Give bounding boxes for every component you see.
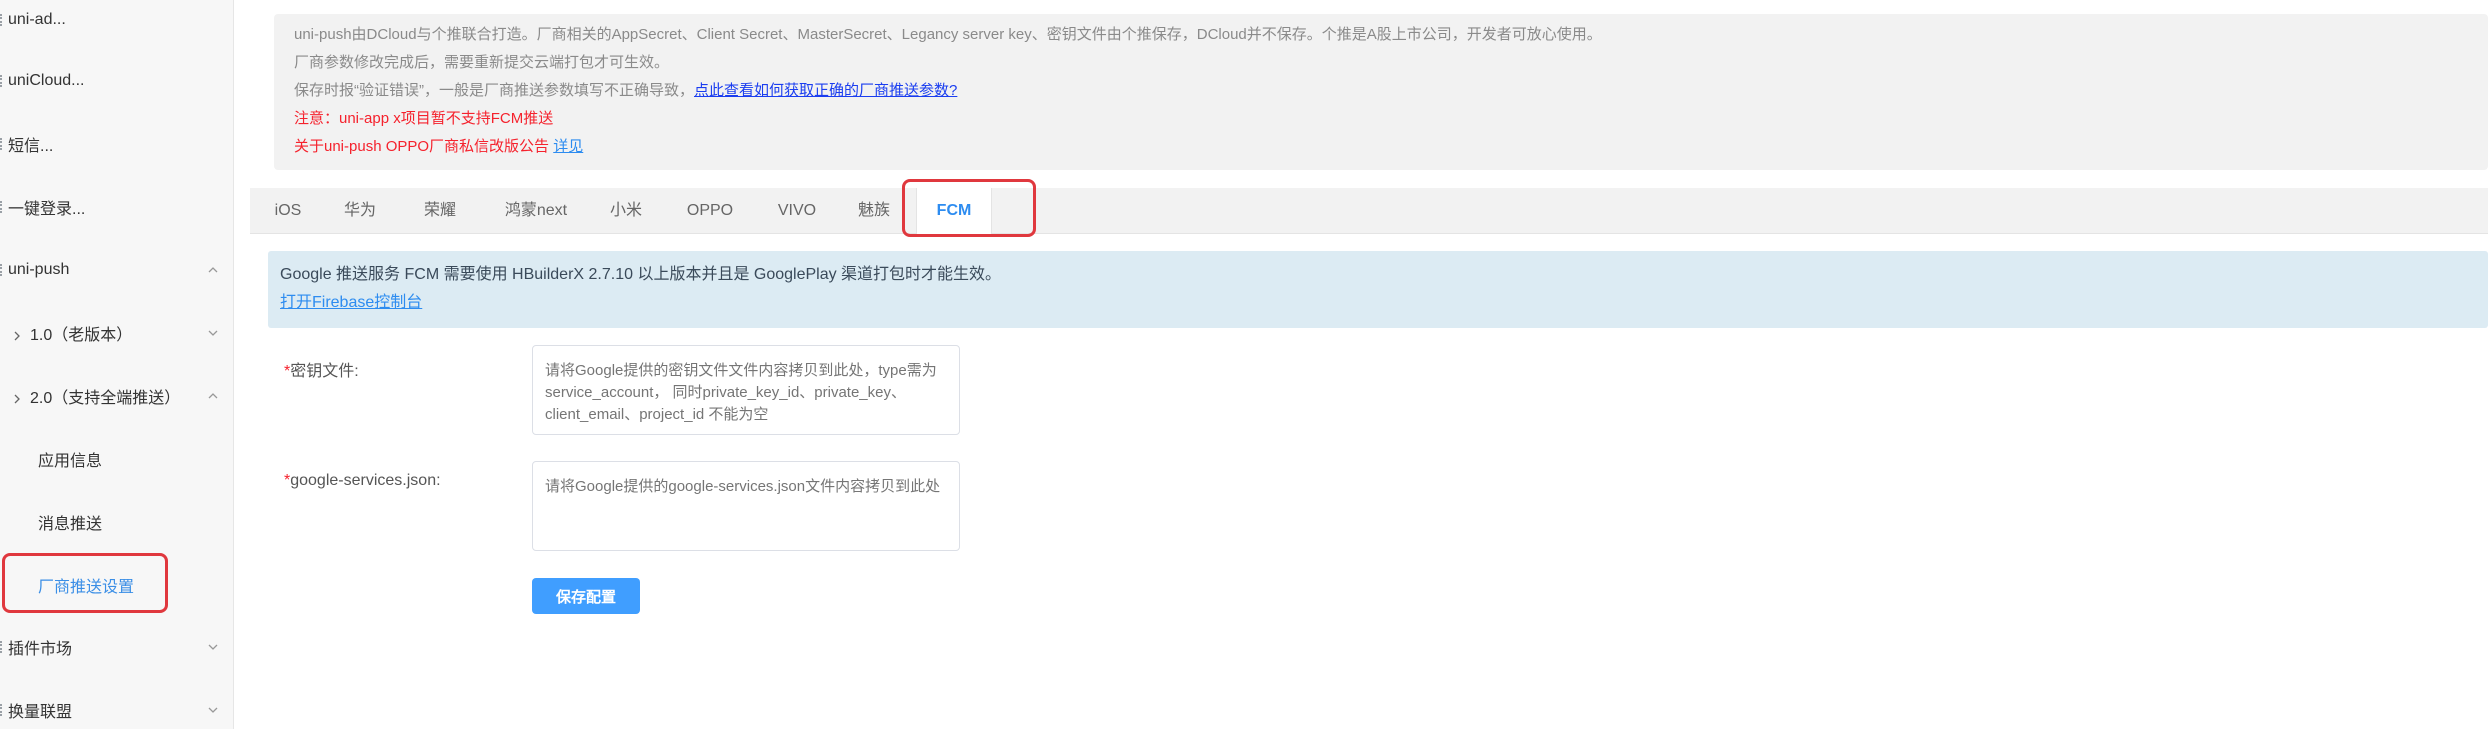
sidebar-item-uni-ad[interactable]: uni-ad... [0,0,232,40]
notice-panel: uni-push由DCloud与个推联合打造。厂商相关的AppSecret、Cl… [274,14,2488,170]
sidebar-item-one-click-login[interactable]: 一键登录... [0,187,232,227]
notice-line-fcm-warning: 注意：uni-app x项目暂不支持FCM推送 [294,110,554,127]
tab-ios[interactable]: iOS [272,188,304,234]
menu-icon [0,75,3,87]
chevron-right-icon [12,391,22,404]
tab-oppo[interactable]: OPPO [685,188,735,234]
chevron-down-icon [208,705,218,715]
tab-vivo[interactable]: VIVO [776,188,818,234]
sidebar-item-uni-push[interactable]: uni-push [0,250,232,290]
key-file-label-text: 密钥文件: [290,363,359,380]
tab-huawei[interactable]: 华为 [342,188,378,234]
sidebar-item-label: 插件市场 [8,641,73,658]
notice-oppo-text: 关于uni-push OPPO厂商私信改版公告 [294,138,550,155]
fcm-info-box: Google 推送服务 FCM 需要使用 HBuilderX 2.7.10 以上… [268,251,2488,328]
sidebar-item-unicloud[interactable]: uniCloud... [0,61,232,101]
sidebar-item-push-v1[interactable]: 1.0（老版本） [0,313,232,353]
notice-line-repackage: 厂商参数修改完成后，需要重新提交云端打包才可生效。 [294,54,670,71]
tab-fcm[interactable]: FCM [916,188,992,235]
chevron-right-icon [12,328,22,341]
key-file-label: *密钥文件: [284,357,359,381]
sidebar-item-label: uni-ad... [8,11,66,28]
vendor-tabs: iOS 华为 荣耀 鸿蒙next 小米 OPPO VIVO 魅族 FCM [250,188,2488,235]
sidebar-item-label: uni-push [8,261,70,278]
tab-xiaomi[interactable]: 小米 [608,188,644,234]
fcm-info-text: Google 推送服务 FCM 需要使用 HBuilderX 2.7.10 以上… [280,266,1002,283]
chevron-up-icon [208,265,218,275]
sidebar-item-message-push[interactable]: 消息推送 [0,502,232,542]
google-services-textarea[interactable] [532,461,960,551]
tab-harmony-next[interactable]: 鸿蒙next [501,188,571,234]
sidebar-item-label: 应用信息 [38,453,103,470]
sidebar-item-label: 1.0（老版本） [30,327,133,344]
menu-icon [0,264,3,276]
firebase-console-link[interactable]: 打开Firebase控制台 [280,292,422,314]
sidebar-item-sms[interactable]: 短信... [0,124,232,164]
notice-line-vendors: uni-push由DCloud与个推联合打造。厂商相关的AppSecret、Cl… [294,26,1602,43]
sidebar-item-plugin-market[interactable]: 插件市场 [0,627,232,667]
save-config-button[interactable]: 保存配置 [532,578,640,614]
oppo-detail-link[interactable]: 详见 [553,138,583,155]
sidebar-item-label: 换量联盟 [8,704,73,721]
chevron-down-icon [208,328,218,338]
sidebar-item-app-info[interactable]: 应用信息 [0,439,232,479]
sidebar-item-label: 短信... [8,138,54,155]
key-file-textarea[interactable] [532,345,960,435]
notice-validation-text: 保存时报“验证错误”，一般是厂商推送参数填写不正确导致， [294,82,694,99]
menu-icon [0,641,3,653]
notice-line-oppo: 关于uni-push OPPO厂商私信改版公告 详见 [294,137,583,157]
sidebar-item-label: 2.0（支持全端推送） [30,390,181,407]
menu-icon [0,14,3,26]
sidebar-item-label: 消息推送 [38,516,103,533]
sidebar-item-push-v2[interactable]: 2.0（支持全端推送） [0,376,232,416]
sidebar: uni-ad... uniCloud... 短信... 一键登录... uni-… [0,0,234,729]
menu-icon [0,704,3,716]
menu-icon [0,138,3,150]
google-services-label-text: google-services.json: [290,472,441,489]
sidebar-item-label: 厂商推送设置 [38,579,135,596]
vendor-params-help-link[interactable]: 点此查看如何获取正确的厂商推送参数? [694,82,957,99]
google-services-label: *google-services.json: [284,472,441,490]
sidebar-item-label: uniCloud... [8,72,85,89]
tab-meizu[interactable]: 魅族 [856,188,892,234]
sidebar-item-vendor-push-settings[interactable]: 厂商推送设置 [0,565,232,605]
chevron-up-icon [208,391,218,401]
tab-honor[interactable]: 荣耀 [422,188,458,234]
sidebar-item-label: 一键登录... [8,201,86,218]
notice-line-validation: 保存时报“验证错误”，一般是厂商推送参数填写不正确导致，点此查看如何获取正确的厂… [294,81,957,101]
sidebar-item-traffic-alliance[interactable]: 换量联盟 [0,690,232,729]
chevron-down-icon [208,642,218,652]
menu-icon [0,201,3,213]
